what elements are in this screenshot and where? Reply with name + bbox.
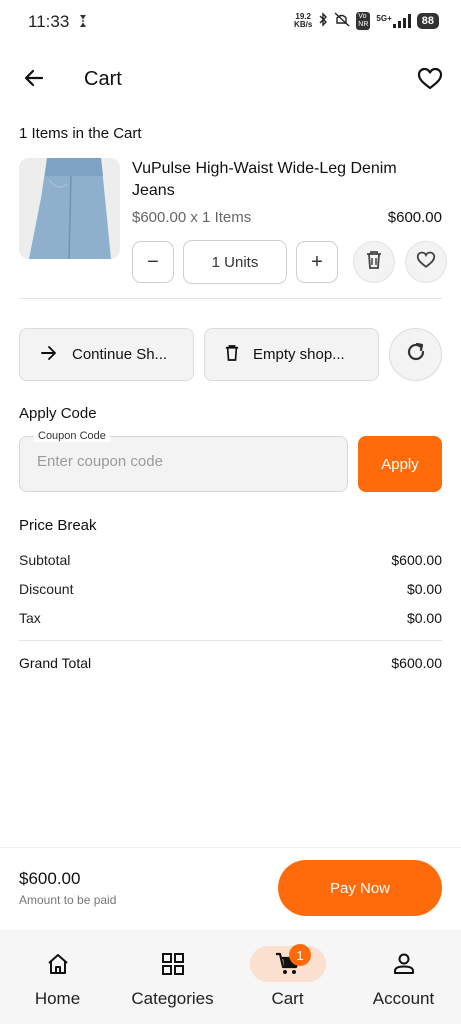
- refresh-button[interactable]: [389, 328, 442, 381]
- divider: [0, 847, 461, 848]
- subtotal-label: Subtotal: [19, 552, 71, 568]
- home-icon: [38, 948, 78, 980]
- person-icon: [384, 948, 424, 980]
- nav-label-categories: Categories: [131, 989, 214, 1008]
- trash-icon: [366, 250, 382, 275]
- pay-now-button[interactable]: Pay Now: [278, 860, 442, 916]
- tax-value: $0.00: [406, 610, 442, 626]
- discount-value: $0.00: [406, 581, 442, 597]
- apply-code-title: Apply Code: [19, 405, 97, 422]
- increment-button[interactable]: +: [296, 241, 338, 283]
- plus-icon: +: [311, 250, 323, 273]
- mute-icon: [334, 12, 350, 30]
- payable-amount: $600.00: [19, 869, 81, 888]
- empty-cart-label: Empty shop...: [253, 346, 345, 363]
- coupon-input[interactable]: [37, 453, 337, 470]
- product-image[interactable]: [19, 158, 120, 259]
- signal-icon: 5G+: [376, 14, 411, 28]
- tax-label: Tax: [19, 610, 41, 626]
- notification-icon: [78, 13, 88, 34]
- volte-icon: Vo NR: [356, 12, 371, 30]
- payable-caption: Amount to be paid: [19, 893, 117, 907]
- battery-indicator: 88: [416, 13, 439, 29]
- product-name[interactable]: VuPulse High-Waist Wide-Leg Denim Jeans: [132, 158, 432, 202]
- items-count: 1 Items in the Cart: [19, 125, 142, 142]
- heart-icon: [416, 251, 436, 274]
- wishlist-button[interactable]: [413, 64, 447, 98]
- nav-label-account: Account: [372, 989, 435, 1008]
- minus-icon: −: [147, 250, 159, 273]
- continue-shopping-button[interactable]: Continue Sh...: [19, 328, 194, 381]
- page-title: Cart: [84, 68, 122, 90]
- net-speed: 19.2 KB/s: [294, 12, 313, 29]
- cart-badge: 1: [289, 944, 311, 966]
- product-total: $600.00: [387, 209, 442, 226]
- nav-item-categories[interactable]: Categories: [115, 930, 230, 1024]
- trash-icon: [225, 344, 239, 366]
- quantity-field[interactable]: 1 Units: [183, 240, 287, 284]
- arrow-right-icon: [40, 345, 58, 365]
- nav-label-cart: Cart: [271, 989, 304, 1008]
- product-unit-price: $600.00 x 1 Items: [132, 209, 252, 226]
- item-wishlist-button[interactable]: [405, 241, 447, 283]
- status-icons: 19.2 KB/s Vo NR 5G+ 88: [294, 12, 439, 30]
- grid-icon: [153, 948, 193, 980]
- nav-item-cart[interactable]: Cart: [230, 930, 345, 1024]
- heart-icon: [417, 67, 443, 96]
- continue-shopping-label: Continue Sh...: [72, 346, 168, 363]
- nav-item-home[interactable]: Home: [0, 930, 115, 1024]
- divider: [19, 640, 442, 641]
- apply-button[interactable]: Apply: [358, 436, 442, 492]
- grand-total-label: Grand Total: [19, 655, 92, 671]
- nav-label-home: Home: [34, 989, 81, 1008]
- decrement-button[interactable]: −: [132, 241, 174, 283]
- subtotal-value: $600.00: [391, 552, 442, 568]
- back-button[interactable]: [18, 64, 50, 96]
- remove-item-button[interactable]: [353, 241, 395, 283]
- divider: [19, 298, 442, 299]
- discount-label: Discount: [19, 581, 74, 597]
- refresh-icon: [404, 340, 428, 369]
- grand-total-value: $600.00: [391, 655, 442, 671]
- nav-item-account[interactable]: Account: [346, 930, 461, 1024]
- coupon-field-label: Coupon Code: [34, 430, 110, 442]
- bluetooth-icon: [318, 12, 328, 30]
- arrow-left-icon: [22, 66, 46, 95]
- empty-cart-button[interactable]: Empty shop...: [204, 328, 379, 381]
- price-break-title: Price Break: [19, 517, 97, 534]
- status-time: 11:33: [28, 12, 70, 31]
